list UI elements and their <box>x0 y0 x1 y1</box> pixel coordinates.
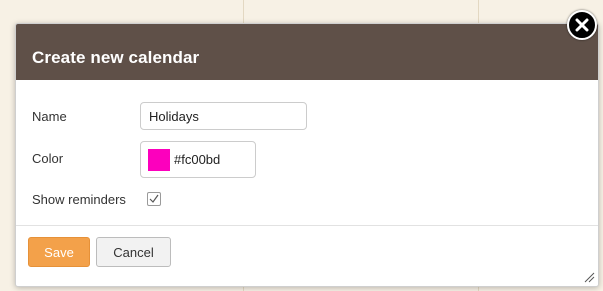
color-label: Color <box>32 151 64 166</box>
resize-grip-icon[interactable] <box>583 271 595 283</box>
show-reminders-checkbox[interactable] <box>147 192 161 206</box>
color-swatch[interactable] <box>148 149 170 171</box>
name-input[interactable] <box>140 102 307 130</box>
color-picker-field[interactable]: #fc00bd <box>140 141 256 178</box>
checkmark-icon <box>149 194 159 203</box>
dialog-header: Create new calendar <box>16 24 598 80</box>
footer-divider <box>16 225 598 226</box>
create-calendar-dialog: Create new calendar Name Color #fc00bd S… <box>15 23 599 287</box>
show-reminders-label: Show reminders <box>32 192 126 207</box>
save-button[interactable]: Save <box>28 237 90 267</box>
close-button[interactable] <box>567 10 597 40</box>
dialog-title: Create new calendar <box>32 48 200 67</box>
color-value: #fc00bd <box>174 152 221 167</box>
name-label: Name <box>32 109 67 124</box>
cancel-button[interactable]: Cancel <box>96 237 171 267</box>
close-icon <box>575 18 589 32</box>
